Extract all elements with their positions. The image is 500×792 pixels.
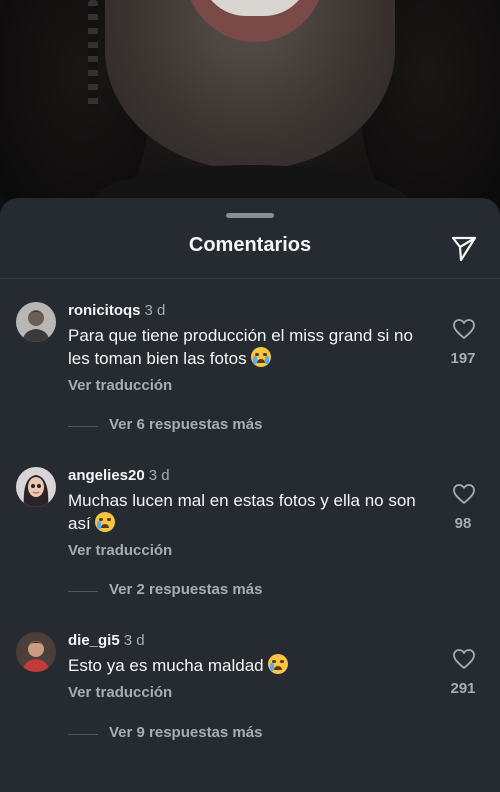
- like-count: 291: [450, 680, 476, 697]
- avatar[interactable]: [16, 632, 56, 672]
- sheet-title: Comentarios: [188, 234, 312, 256]
- heart-icon[interactable]: [452, 483, 476, 505]
- timestamp: 3 d: [148, 467, 170, 484]
- view-replies-label: Ver 9 respuestas más: [109, 724, 263, 741]
- send-icon[interactable]: [450, 234, 478, 262]
- comment-header: angelies20 3 d: [68, 467, 170, 484]
- view-replies-label: Ver 6 respuestas más: [109, 416, 263, 433]
- comment-text: Esto ya es mucha maldad: [68, 654, 428, 677]
- crying-face-icon: [94, 512, 115, 532]
- view-replies-label: Ver 2 respuestas más: [109, 581, 263, 598]
- replies-line: [68, 734, 98, 735]
- replies-line: [68, 426, 98, 427]
- avatar[interactable]: [16, 467, 56, 507]
- comment-body: Para que tiene producción el miss grand …: [68, 326, 413, 368]
- avatar[interactable]: [16, 302, 56, 342]
- comment-header: die_gi5 3 d: [68, 632, 145, 649]
- heart-icon[interactable]: [452, 318, 476, 340]
- like-count: 197: [450, 350, 476, 367]
- replies-line: [68, 591, 98, 592]
- comment-item: angelies20 3 d Muchas lucen mal en estas …: [0, 467, 500, 627]
- username[interactable]: ronicitoqs: [68, 302, 141, 319]
- like-count: 98: [454, 515, 472, 532]
- comment-item: ronicitoqs 3 d Para que tiene producción …: [0, 302, 500, 462]
- translate-link[interactable]: Ver traducción: [68, 542, 172, 559]
- post-photo: [0, 0, 500, 215]
- view-replies-button[interactable]: Ver 9 respuestas más: [68, 724, 348, 744]
- photo-braid: [88, 0, 98, 110]
- comment-item: die_gi5 3 d Esto ya es mucha maldad Ver t…: [0, 632, 500, 792]
- header-divider: [0, 278, 500, 279]
- username[interactable]: die_gi5: [68, 632, 120, 649]
- username[interactable]: angelies20: [68, 467, 145, 484]
- comment-header: ronicitoqs 3 d: [68, 302, 165, 319]
- crying-face-icon: [267, 654, 288, 674]
- view-replies-button[interactable]: Ver 6 respuestas más: [68, 416, 348, 436]
- timestamp: 3 d: [123, 632, 145, 649]
- timestamp: 3 d: [144, 302, 166, 319]
- translate-link[interactable]: Ver traducción: [68, 377, 172, 394]
- drag-handle[interactable]: [226, 213, 274, 218]
- view-replies-button[interactable]: Ver 2 respuestas más: [68, 581, 348, 601]
- heart-icon[interactable]: [452, 648, 476, 670]
- loudly-crying-face-icon: [250, 347, 271, 367]
- comment-text: Para que tiene producción el miss grand …: [68, 324, 428, 370]
- comment-body: Muchas lucen mal en estas fotos y ella n…: [68, 491, 416, 533]
- comment-body: Esto ya es mucha maldad: [68, 656, 264, 675]
- comment-text: Muchas lucen mal en estas fotos y ella n…: [68, 489, 428, 535]
- comments-sheet: Comentarios ronicitoqs 3 d Para que tiene…: [0, 198, 500, 758]
- translate-link[interactable]: Ver traducción: [68, 684, 172, 701]
